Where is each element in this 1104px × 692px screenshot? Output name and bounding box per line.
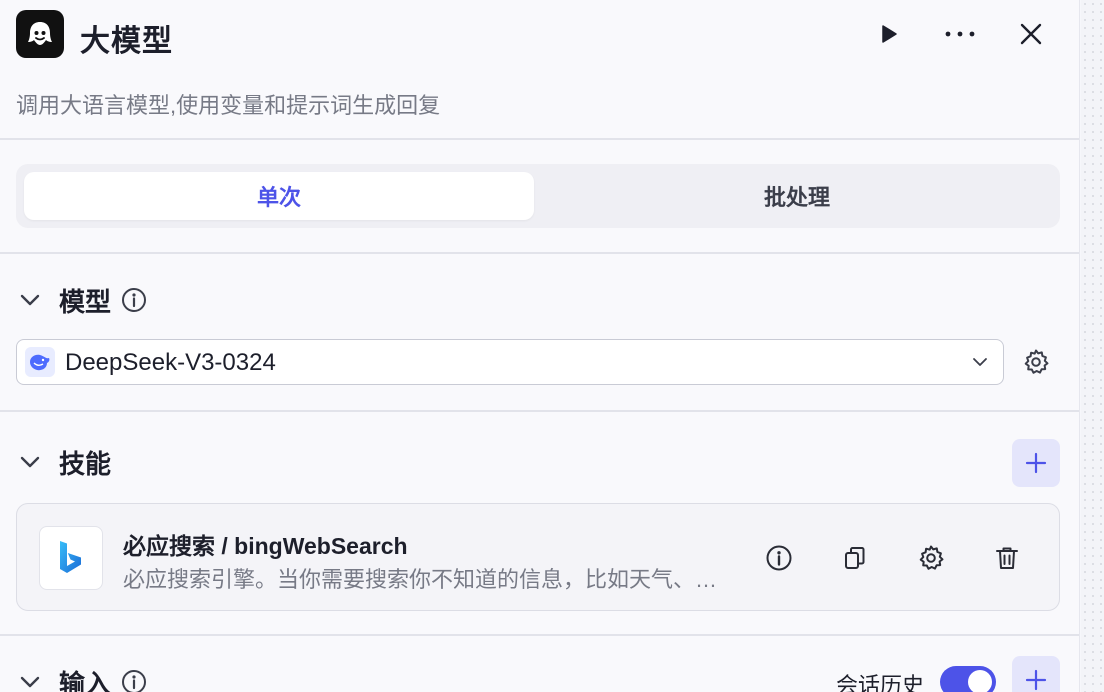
- gear-icon: [919, 545, 944, 570]
- model-section-header: 模型: [16, 282, 147, 318]
- info-icon: [766, 545, 792, 571]
- canvas-background: [1081, 0, 1104, 692]
- skills-section-title: 技能: [59, 448, 112, 479]
- skill-delete-button[interactable]: [987, 538, 1027, 578]
- llm-node-logo-icon: [16, 10, 64, 58]
- divider: [0, 252, 1079, 254]
- node-title: 大模型: [80, 25, 173, 58]
- play-icon: [882, 25, 897, 43]
- skill-name: 必应搜索 / bingWebSearch: [123, 533, 408, 559]
- gear-icon: [1024, 349, 1049, 374]
- node-description: 调用大语言模型,使用变量和提示词生成回复: [16, 93, 441, 118]
- collapse-chevron-icon[interactable]: [16, 286, 44, 314]
- toggle-knob: [968, 670, 992, 692]
- add-skill-button[interactable]: [1012, 439, 1060, 487]
- chat-history-label: 会话历史: [836, 673, 925, 692]
- info-icon[interactable]: [121, 669, 147, 692]
- divider: [0, 634, 1079, 636]
- skill-description: 必应搜索引擎。当你需要搜索你不知道的信息，比如天气、汇率、时事等，这个工具非常有…: [123, 567, 733, 592]
- skill-copy-button[interactable]: [835, 538, 875, 578]
- skill-card[interactable]: 必应搜索 / bingWebSearch 必应搜索引擎。当你需要搜索你不知道的信…: [16, 503, 1060, 611]
- mode-tabs: 单次 批处理: [16, 164, 1060, 228]
- plus-icon: [1025, 452, 1047, 474]
- divider: [0, 410, 1079, 412]
- model-section-title: 模型: [59, 286, 112, 317]
- divider: [0, 138, 1079, 140]
- plus-icon: [1025, 669, 1047, 691]
- trash-icon: [996, 547, 1018, 569]
- close-button[interactable]: [1013, 16, 1049, 52]
- run-button[interactable]: [870, 16, 906, 52]
- tab-single[interactable]: 单次: [24, 172, 534, 220]
- selected-model-name: DeepSeek-V3-0324: [65, 349, 276, 376]
- chevron-down-icon: [973, 358, 987, 366]
- node-config-panel: 大模型 调用大语言模型,使用变量和提示词生成回复 单次 批处理 模型 DeepS…: [0, 0, 1080, 692]
- deepseek-whale-icon: [25, 347, 55, 377]
- panel-header: 大模型: [0, 0, 1079, 70]
- close-icon: [1020, 23, 1042, 45]
- tab-batch[interactable]: 批处理: [542, 172, 1052, 220]
- skills-section-header: 技能: [16, 444, 111, 480]
- skill-info-button[interactable]: [759, 538, 799, 578]
- input-section-header: 输入: [16, 664, 147, 692]
- model-settings-button[interactable]: [1016, 342, 1056, 382]
- info-icon[interactable]: [121, 287, 147, 313]
- input-section-title: 输入: [59, 668, 112, 692]
- collapse-chevron-icon[interactable]: [16, 668, 44, 692]
- bing-logo-icon: [39, 526, 103, 590]
- skill-settings-button[interactable]: [911, 538, 951, 578]
- copy-icon: [845, 547, 865, 569]
- more-button[interactable]: [942, 16, 978, 52]
- model-select[interactable]: DeepSeek-V3-0324: [16, 339, 1004, 385]
- collapse-chevron-icon[interactable]: [16, 448, 44, 476]
- chat-history-toggle[interactable]: [940, 666, 996, 692]
- more-icon: [945, 31, 975, 37]
- add-input-button[interactable]: [1012, 656, 1060, 692]
